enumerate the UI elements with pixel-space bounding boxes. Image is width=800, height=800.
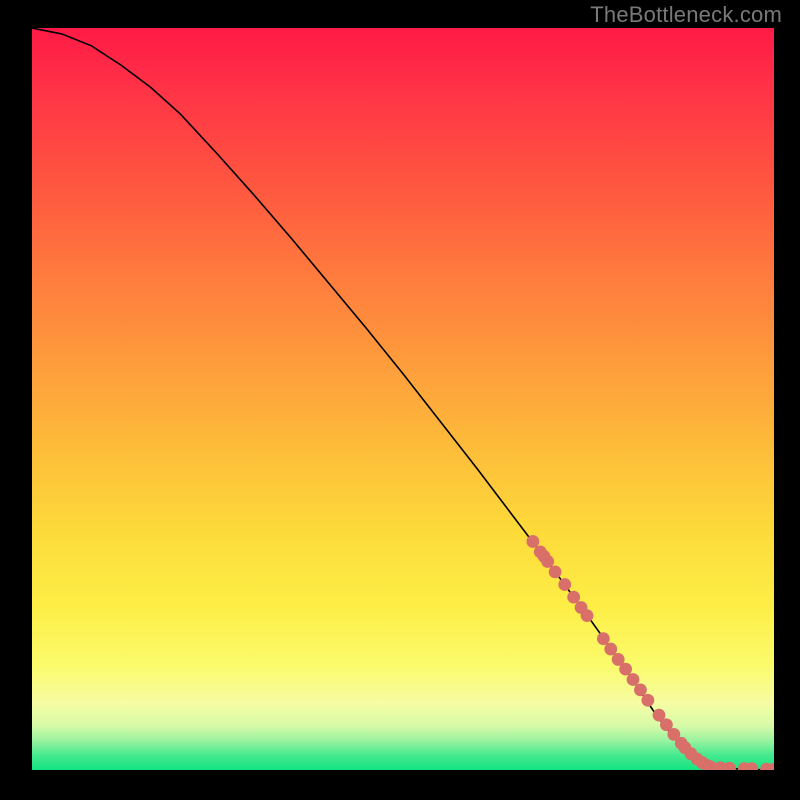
data-point [634, 683, 647, 696]
data-point [619, 663, 632, 676]
data-point [581, 609, 594, 622]
data-point [723, 762, 736, 770]
plot-area [32, 28, 774, 770]
data-point [558, 578, 571, 591]
data-point [549, 565, 562, 578]
chart-overlay [32, 28, 774, 770]
watermark-text: TheBottleneck.com [590, 2, 782, 28]
data-point [604, 643, 617, 656]
figure-root: TheBottleneck.com [0, 0, 800, 800]
data-point [627, 673, 640, 686]
data-point [541, 555, 554, 568]
data-point [567, 591, 580, 604]
data-point [597, 632, 610, 645]
data-point [641, 694, 654, 707]
data-point [526, 535, 539, 548]
data-dots [526, 535, 774, 770]
main-curve [32, 28, 774, 770]
